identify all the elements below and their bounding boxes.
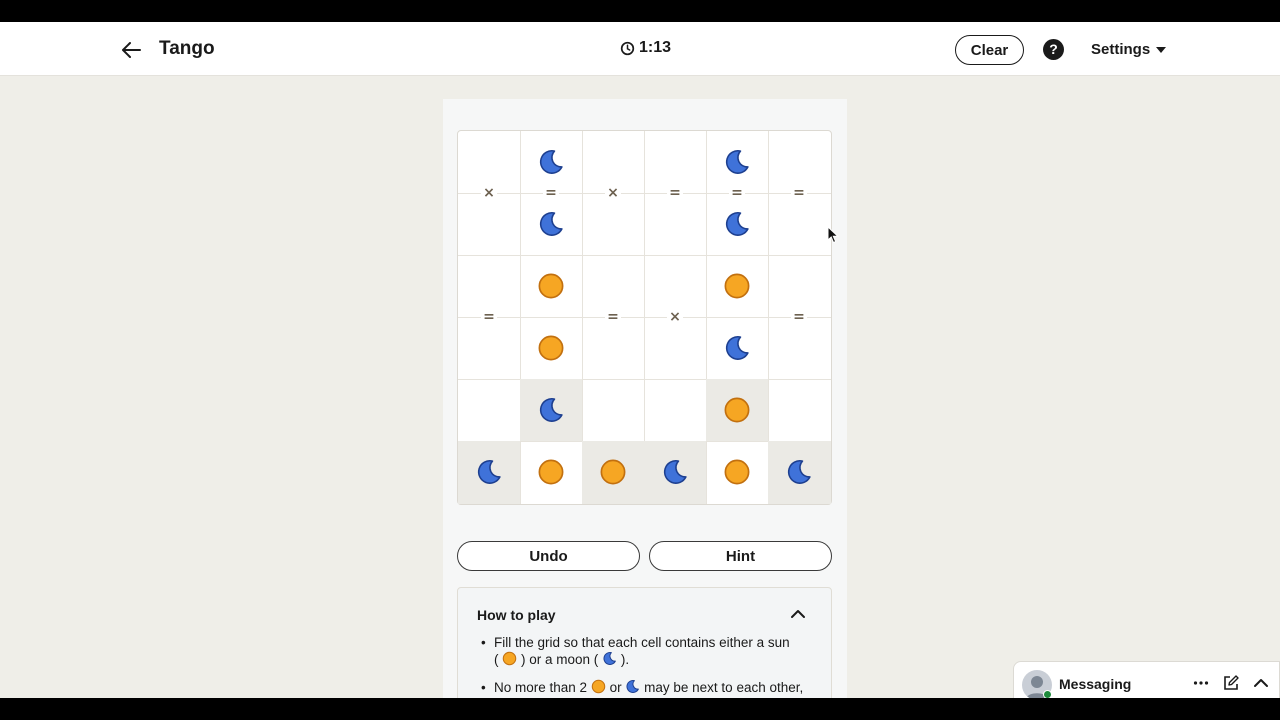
board-cell[interactable]	[768, 193, 831, 256]
board-cell[interactable]	[520, 441, 583, 504]
sun-icon	[538, 273, 564, 299]
equal-constraint-icon: =	[481, 309, 497, 325]
hint-button[interactable]: Hint	[649, 541, 832, 571]
sun-icon	[600, 459, 626, 485]
equal-constraint-icon: =	[729, 185, 745, 201]
board-cell[interactable]	[582, 193, 645, 256]
rule2-text-a: No more than 2	[494, 680, 588, 695]
moon-icon	[539, 211, 563, 236]
clear-button[interactable]: Clear	[955, 35, 1024, 65]
equal-constraint-icon: =	[791, 185, 807, 201]
opposite-constraint-icon: ×	[605, 185, 621, 201]
board-cell[interactable]	[644, 379, 707, 442]
timer-value: 1:13	[639, 39, 672, 56]
board-cell[interactable]	[458, 193, 521, 256]
board-cell[interactable]	[768, 317, 831, 380]
rule1-text-d: ).	[620, 652, 630, 667]
board-cell[interactable]	[582, 379, 645, 442]
board-cell	[706, 379, 769, 442]
moon-icon	[603, 652, 616, 665]
board-cell	[458, 441, 521, 504]
moon-icon	[663, 460, 687, 485]
board-cell	[768, 441, 831, 504]
mouse-cursor-icon	[827, 226, 839, 244]
compose-icon[interactable]	[1222, 674, 1240, 692]
undo-button[interactable]: Undo	[457, 541, 640, 571]
sun-icon	[538, 459, 564, 485]
chevron-up-icon[interactable]	[1252, 674, 1270, 692]
chevron-up-icon[interactable]	[790, 608, 806, 620]
more-options-icon[interactable]	[1192, 674, 1210, 692]
board-cell[interactable]	[458, 317, 521, 380]
moon-icon	[539, 149, 563, 174]
board-cell[interactable]	[644, 317, 707, 380]
sun-icon	[724, 273, 750, 299]
rule-item: Fill the grid so that each cell contains…	[481, 634, 824, 668]
moon-icon	[725, 211, 749, 236]
sun-icon	[591, 679, 606, 694]
game-panel: × = × = = = = = × = Undo Hint How to play Fill th…	[443, 99, 847, 698]
sun-icon	[724, 459, 750, 485]
messaging-bar[interactable]: Messaging	[1013, 661, 1280, 698]
game-board: × = × = = = = = × =	[457, 130, 832, 505]
rules-list: Fill the grid so that each cell contains…	[481, 634, 824, 698]
opposite-constraint-icon: ×	[481, 185, 497, 201]
game-frame: Tango 1:13 Clear ? Settings × = × = = = = = × = U…	[0, 22, 1280, 698]
how-to-play-title: How to play	[477, 607, 556, 623]
moon-icon	[725, 335, 749, 360]
online-status-dot	[1043, 690, 1052, 698]
moon-icon	[539, 397, 563, 422]
board-cell[interactable]	[644, 193, 707, 256]
board-cell[interactable]	[768, 379, 831, 442]
board-cell[interactable]	[706, 255, 769, 318]
board-cell[interactable]	[706, 441, 769, 504]
equal-constraint-icon: =	[543, 185, 559, 201]
settings-label: Settings	[1091, 41, 1151, 58]
how-to-play-section: How to play Fill the grid so that each c…	[457, 587, 832, 698]
board-cell	[520, 379, 583, 442]
caret-down-icon	[1156, 46, 1167, 53]
back-arrow-icon[interactable]	[118, 36, 146, 64]
settings-dropdown[interactable]: Settings	[1091, 41, 1167, 58]
equal-constraint-icon: =	[791, 309, 807, 325]
moon-icon	[626, 680, 640, 693]
board-cell[interactable]	[706, 193, 769, 256]
equal-constraint-icon: =	[605, 309, 621, 325]
timer: 1:13	[620, 39, 671, 57]
rule2-text-b: or	[609, 680, 622, 695]
board-cell[interactable]	[520, 193, 583, 256]
opposite-constraint-icon: ×	[667, 309, 683, 325]
moon-icon	[725, 149, 749, 174]
top-bar: Tango 1:13 Clear ? Settings	[0, 22, 1280, 76]
board-cell[interactable]	[458, 379, 521, 442]
clock-icon	[620, 41, 635, 55]
rule1-text-c: ) or a moon (	[521, 652, 599, 667]
help-icon[interactable]: ?	[1043, 39, 1064, 60]
messaging-label: Messaging	[1059, 676, 1132, 692]
board-cell[interactable]	[706, 317, 769, 380]
board-cell[interactable]	[582, 317, 645, 380]
sun-icon	[538, 335, 564, 361]
moon-icon	[788, 460, 811, 485]
equal-constraint-icon: =	[667, 185, 683, 201]
board-cell	[582, 441, 645, 504]
rule-item: No more than 2 or may be next to each ot…	[481, 679, 824, 698]
board-cell[interactable]	[520, 255, 583, 318]
game-title: Tango	[159, 38, 215, 59]
board-cell	[644, 441, 707, 504]
rule1-text-b: (	[494, 652, 499, 667]
moon-icon	[477, 460, 501, 485]
sun-icon	[724, 397, 750, 423]
sun-icon	[503, 651, 517, 666]
rule1-text-a: Fill the grid so that each cell contains…	[494, 635, 790, 650]
board-cell[interactable]	[520, 317, 583, 380]
